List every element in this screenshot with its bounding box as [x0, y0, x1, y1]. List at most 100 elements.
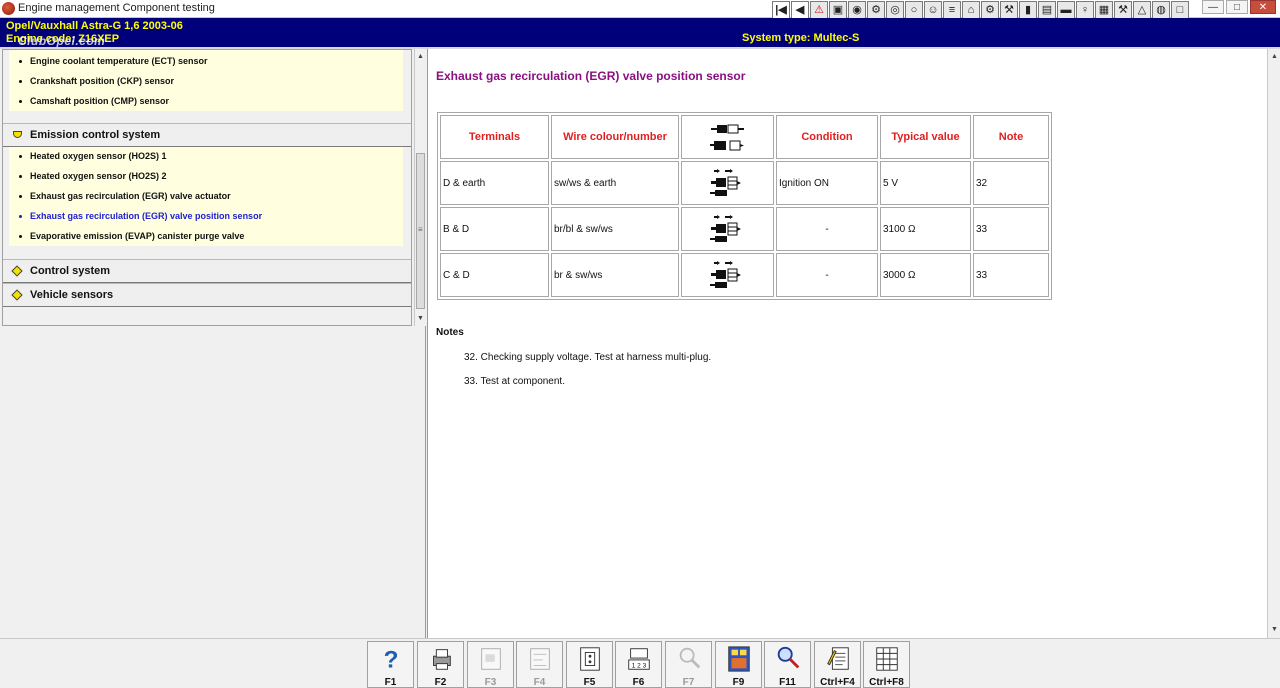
harness-disconnected-icon	[709, 261, 741, 288]
hazard-icon[interactable]: △	[1133, 1, 1151, 19]
sensor-icon[interactable]: ◎	[886, 1, 904, 19]
maximize-button[interactable]: □	[1226, 0, 1248, 14]
cell-value: 5 V	[880, 161, 971, 205]
column-header-condition: Condition	[776, 115, 878, 159]
scroll-down-icon[interactable]: ▼	[1269, 624, 1280, 636]
page-title: Exhaust gas recirculation (EGR) valve po…	[436, 69, 746, 83]
app-icon	[2, 2, 15, 15]
function-key-f4[interactable]: F4	[516, 641, 563, 688]
tree-item-ho2s-1[interactable]: Heated oxygen sensor (HO2S) 1	[19, 151, 167, 161]
connector-icon	[580, 647, 600, 671]
function-key-f3[interactable]: F3	[467, 641, 514, 688]
cell-terminals: D & earth	[440, 161, 549, 205]
function-key-label: F3	[484, 677, 497, 688]
person-icon[interactable]: ☺	[924, 1, 942, 19]
table-header-row: Terminals Wire colour/number Condition T…	[440, 115, 1049, 159]
wiring-diagram-icon	[530, 648, 550, 670]
cell-condition: -	[776, 253, 878, 297]
tyre-icon[interactable]: ◍	[1152, 1, 1170, 19]
harness-disconnected-icon	[709, 169, 741, 196]
tree-scrollbar[interactable]: ▲ ≡ ▼	[414, 49, 426, 326]
settings-icon[interactable]: ⚒	[1114, 1, 1132, 19]
scroll-grip-icon: ≡	[418, 225, 423, 234]
cell-connector	[681, 161, 774, 205]
tree-item-evap-purge-valve[interactable]: Evaporative emission (EVAP) canister pur…	[19, 231, 244, 241]
key-icon[interactable]: ♀	[1076, 1, 1094, 19]
cell-value: 3100 Ω	[880, 207, 971, 251]
function-key-label: F7	[682, 677, 695, 688]
function-key-label: F4	[533, 677, 546, 688]
scroll-down-icon[interactable]: ▼	[415, 313, 426, 325]
scroll-up-icon[interactable]: ▲	[1269, 51, 1280, 63]
tree-item-cmp-sensor[interactable]: Camshaft position (CMP) sensor	[19, 96, 169, 106]
cell-value: 3000 Ω	[880, 253, 971, 297]
category-emission-control[interactable]: Emission control system	[3, 123, 411, 147]
lift-icon[interactable]: ⌂	[962, 1, 980, 19]
first-icon[interactable]: |◀	[772, 1, 790, 19]
car-icon[interactable]: ▬	[1057, 1, 1075, 19]
function-key-label: F6	[632, 677, 645, 688]
exit-icon[interactable]: □	[1171, 1, 1189, 19]
cell-wire: br & sw/ws	[551, 253, 679, 297]
warning-icon[interactable]: ⚠	[810, 1, 828, 19]
category-vehicle-sensors[interactable]: Vehicle sensors	[3, 283, 411, 307]
function-key-ctrl-f4[interactable]: Ctrl+F4	[814, 641, 861, 688]
column-header-note: Note	[973, 115, 1049, 159]
magnifier-icon	[679, 647, 701, 669]
component-location-icon	[481, 648, 501, 670]
watermark-logo: ClubOpel.com	[18, 34, 106, 48]
tree-item-ho2s-2[interactable]: Heated oxygen sensor (HO2S) 2	[19, 171, 167, 181]
harness-disconnected-icon	[709, 215, 741, 242]
close-button[interactable]: ✕	[1250, 0, 1276, 14]
notes-heading: Notes	[436, 327, 464, 338]
tools-icon[interactable]: ⚒	[1000, 1, 1018, 19]
tree-item-egr-actuator[interactable]: Exhaust gas recirculation (EGR) valve ac…	[19, 191, 231, 201]
gear-icon[interactable]: ⚙	[981, 1, 999, 19]
search-icon	[777, 646, 800, 669]
cell-connector	[681, 253, 774, 297]
function-key-f1[interactable]: ? F1	[367, 641, 414, 688]
function-key-f9[interactable]: F9	[715, 641, 762, 688]
notes-icon	[827, 647, 849, 670]
clipboard-icon[interactable]: ▤	[1038, 1, 1056, 19]
function-key-label: F2	[434, 677, 447, 688]
test-values-table: Terminals Wire colour/number Condition T…	[437, 112, 1052, 300]
collapsed-diamond-icon	[11, 265, 23, 277]
ruler-icon[interactable]: ≡	[943, 1, 961, 19]
function-key-f11[interactable]: F11	[764, 641, 811, 688]
category-control-system[interactable]: Control system	[3, 259, 411, 283]
cell-note: 32	[973, 161, 1049, 205]
cell-wire: br/bl & sw/ws	[551, 207, 679, 251]
scroll-up-icon[interactable]: ▲	[415, 51, 426, 63]
function-key-label: F9	[732, 677, 745, 688]
printer-icon[interactable]: ▦	[1095, 1, 1113, 19]
display-icon	[728, 646, 750, 672]
prev-icon[interactable]: ◀	[791, 1, 809, 19]
function-key-label: F5	[583, 677, 596, 688]
vehicle-header: Opel/Vauxhall Astra-G 1,6 2003-06 Engine…	[0, 18, 1280, 48]
cell-connector	[681, 207, 774, 251]
content-scrollbar[interactable]: ▲ ▼	[1267, 49, 1280, 638]
function-key-bar: ? F1 F2 F3 F4 F5 1 2 3 F6 F7 F9 F11 Ctrl+F4 Ctrl+F8	[0, 638, 1280, 688]
wheel-icon[interactable]: ○	[905, 1, 923, 19]
function-key-ctrl-f8[interactable]: Ctrl+F8	[863, 641, 910, 688]
minimize-button[interactable]: —	[1202, 0, 1224, 14]
emission-items-list: Heated oxygen sensor (HO2S) 1 Heated oxy…	[9, 147, 403, 246]
function-key-label: Ctrl+F8	[869, 677, 904, 688]
column-header-terminals: Terminals	[440, 115, 549, 159]
function-key-f7[interactable]: F7	[665, 641, 712, 688]
tree-item-egr-position-sensor[interactable]: Exhaust gas recirculation (EGR) valve po…	[19, 211, 262, 221]
tree-item-ckp-sensor[interactable]: Crankshaft position (CKP) sensor	[19, 76, 174, 86]
gauge-icon[interactable]: ◉	[848, 1, 866, 19]
battery-icon[interactable]: ▮	[1019, 1, 1037, 19]
function-key-f6[interactable]: 1 2 3 F6	[615, 641, 662, 688]
function-key-f5[interactable]: F5	[566, 641, 613, 688]
book-icon[interactable]: ▣	[829, 1, 847, 19]
vehicle-info: Opel/Vauxhall Astra-G 1,6 2003-06	[6, 20, 183, 32]
svg-text:?: ?	[384, 646, 399, 673]
engine-icon[interactable]: ⚙	[867, 1, 885, 19]
main-toolbar: |◀ ◀ ⚠ ▣ ◉ ⚙ ◎ ○ ☺ ≡ ⌂ ⚙ ⚒ ▮ ▤ ▬ ♀ ▦ ⚒ △ ◍ □	[772, 1, 1189, 19]
function-key-f2[interactable]: F2	[417, 641, 464, 688]
tree-item-ect-sensor[interactable]: Engine coolant temperature (ECT) sensor	[19, 56, 208, 66]
cell-wire: sw/ws & earth	[551, 161, 679, 205]
